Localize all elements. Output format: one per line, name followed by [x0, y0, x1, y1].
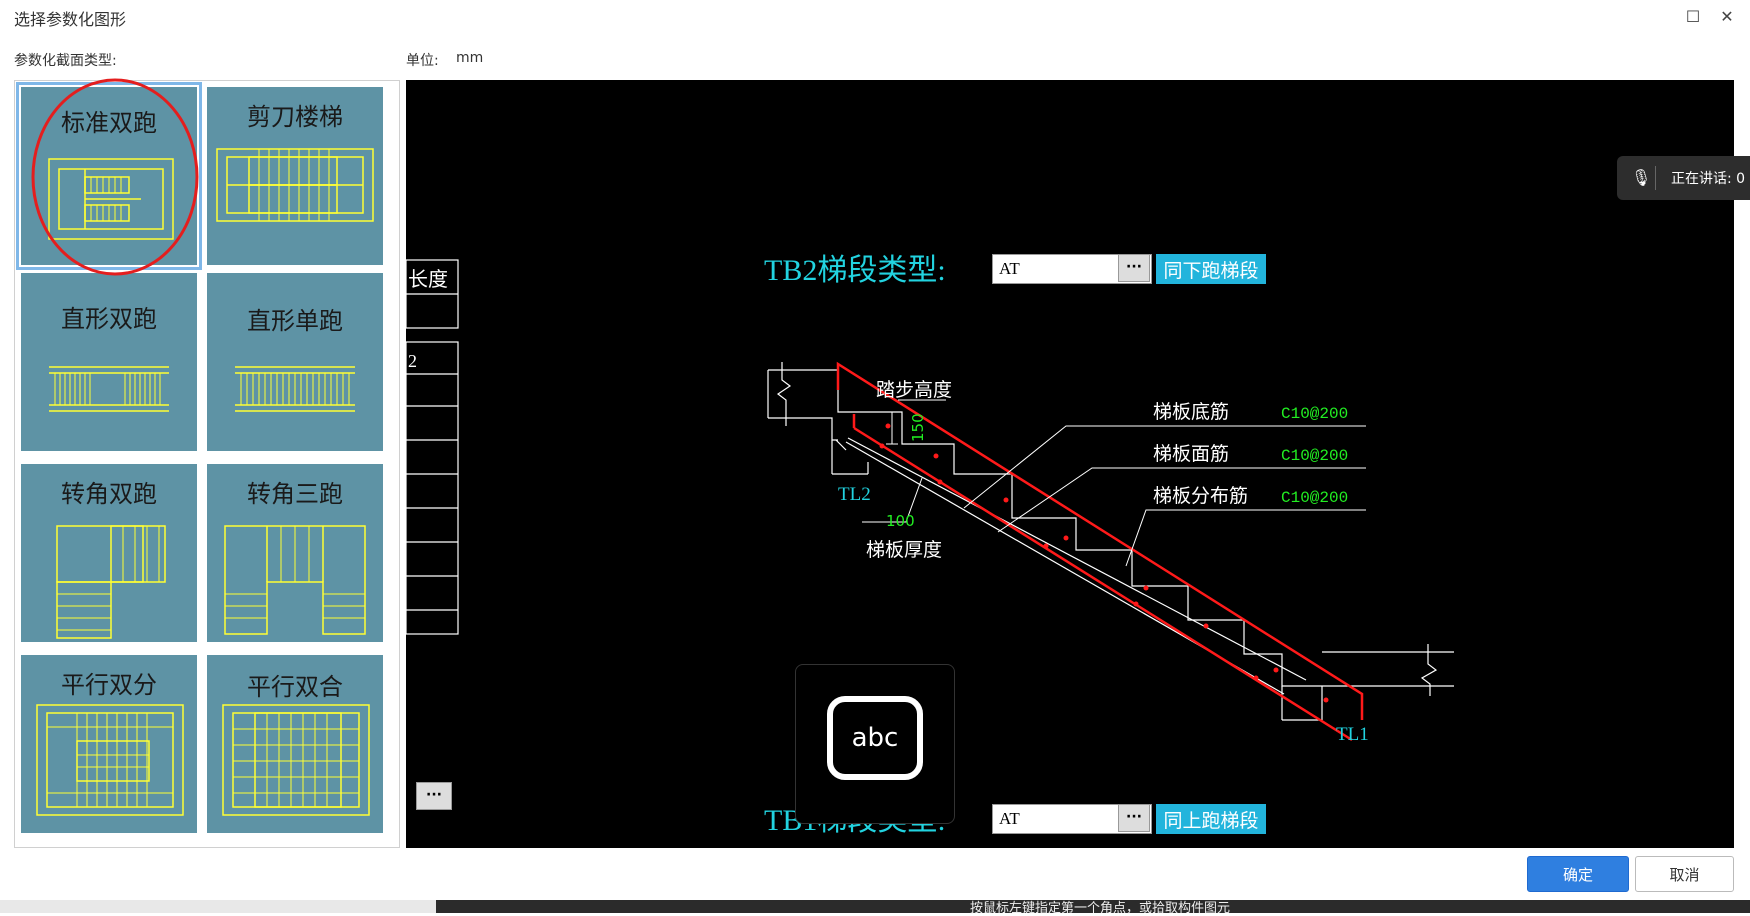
- status-text: 按鼠标左键指定第一个角点，或拾取构件图元: [970, 901, 1231, 916]
- bottom-rebar-value: C10@200: [1281, 405, 1348, 423]
- same-as-upper-run-button[interactable]: 同上跑梯段: [1156, 804, 1266, 834]
- tb1-ellipsis-button[interactable]: ···: [1118, 804, 1150, 832]
- top-rebar-label: 梯板面筋: [1153, 443, 1229, 465]
- ime-widget[interactable]: abc: [795, 664, 955, 824]
- partial-length-text: 长度: [408, 268, 448, 291]
- dist-rebar-value: C10@200: [1281, 489, 1348, 507]
- bottom-rebar-label: 梯板底筋: [1153, 401, 1229, 423]
- tb1-type-value: AT: [999, 809, 1020, 828]
- tl2-label: TL2: [838, 484, 871, 505]
- background-app-strip: 按鼠标左键指定第一个角点，或拾取构件图元: [0, 900, 1750, 916]
- tb2-ellipsis-button[interactable]: ···: [1118, 254, 1150, 282]
- stair-section-drawing: 长度 2 踏步高度 150 梯板厚度 100 梯板底筋 C10@200 梯板面筋…: [406, 254, 1454, 837]
- top-rebar-value: C10@200: [1281, 447, 1348, 465]
- tb2-type-value: AT: [999, 259, 1020, 278]
- slab-thickness-label: 梯板厚度: [866, 539, 942, 561]
- stair-preview-canvas: 长度 2 踏步高度 150 梯板厚度 100 梯板底筋 C10@200 梯板面筋…: [406, 80, 1734, 848]
- ime-text: abc: [851, 723, 899, 753]
- step-height-label: 踏步高度: [876, 379, 952, 401]
- ime-abc-icon: abc: [827, 696, 923, 780]
- same-as-lower-run-button[interactable]: 同下跑梯段: [1156, 254, 1266, 284]
- slab-thickness-value: 100: [886, 512, 915, 530]
- microphone-icon: 🎙: [1631, 168, 1652, 187]
- partial-ellipsis-button[interactable]: ···: [416, 782, 452, 810]
- cancel-button[interactable]: 取消: [1635, 856, 1734, 892]
- dialog-footer: [0, 848, 1750, 900]
- speaking-indicator: 🎙 正在讲话: 0: [1617, 156, 1750, 200]
- speaking-text: 正在讲话: 0: [1671, 171, 1746, 187]
- partial-two-text: 2: [408, 351, 417, 371]
- dist-rebar-label: 梯板分布筋: [1153, 485, 1248, 507]
- step-height-value: 150: [909, 413, 927, 442]
- tl1-label: TL1: [1336, 724, 1369, 745]
- ok-button[interactable]: 确定: [1527, 856, 1629, 892]
- tb2-label: TB2梯段类型:: [764, 254, 946, 287]
